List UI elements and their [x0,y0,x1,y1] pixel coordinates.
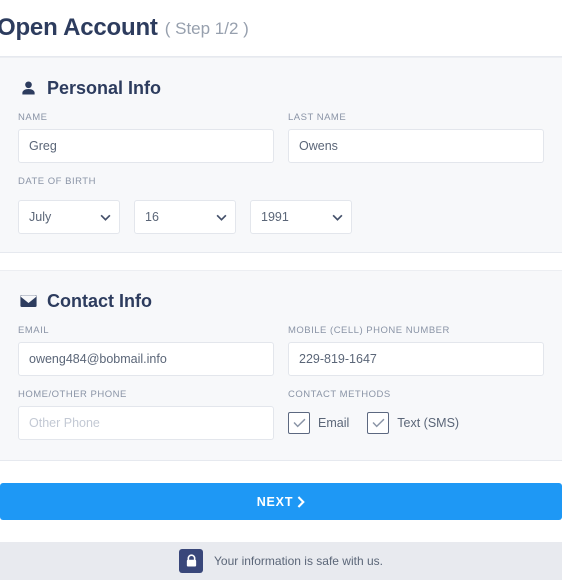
mobile-phone-field-group: MOBILE (CELL) PHONE NUMBER [288,325,544,376]
last-name-label: LAST NAME [288,112,347,123]
page-header: Open Account ( Step 1/2 ) [0,0,562,57]
next-button-label: NEXT [256,494,294,509]
person-icon [18,78,38,98]
contact-info-section-header: Contact Info [18,291,544,311]
dob-month-select[interactable]: July [18,200,120,234]
contact-methods-label: CONTACT METHODS [288,389,391,400]
dob-day-select[interactable]: 16 [134,200,236,234]
home-phone-contact-methods-row: HOME/OTHER PHONE CONTACT METHODS Email [18,389,544,440]
home-phone-input[interactable] [18,406,274,440]
mobile-phone-input[interactable] [288,342,544,376]
contact-method-email-label: Email [318,416,350,430]
date-of-birth-label: DATE OF BIRTH [18,176,96,187]
security-footer-text: Your information is safe with us. [214,554,383,568]
next-button[interactable]: NEXT [0,483,562,520]
last-name-field-group: LAST NAME [288,112,544,163]
next-button-area: NEXT [0,461,562,520]
personal-info-panel: Personal Info NAME LAST NAME DATE OF BIR… [0,57,562,253]
open-account-form-page: Open Account ( Step 1/2 ) Personal Info … [0,0,562,580]
date-of-birth-group: DATE OF BIRTH July 16 1991 [18,176,544,234]
dob-year-select[interactable]: 1991 [250,200,352,234]
contact-methods-group: CONTACT METHODS Email Text (SMS) [288,389,544,440]
home-phone-field-group: HOME/OTHER PHONE [18,389,274,440]
home-phone-label: HOME/OTHER PHONE [18,389,127,400]
email-label: EMAIL [18,325,50,336]
name-input[interactable] [18,129,274,163]
mobile-phone-label: MOBILE (CELL) PHONE NUMBER [288,325,450,336]
page-title: Open Account [0,14,158,41]
name-field-group: NAME [18,112,274,163]
personal-info-title: Personal Info [47,78,162,98]
email-field-group: EMAIL [18,325,274,376]
contact-method-sms[interactable]: Text (SMS) [367,412,459,434]
checkbox-email[interactable] [288,412,310,434]
personal-info-section-header: Personal Info [18,78,544,98]
last-name-input[interactable] [288,129,544,163]
contact-info-panel: Contact Info EMAIL MOBILE (CELL) PHONE N… [0,270,562,461]
contact-methods-checkboxes: Email Text (SMS) [288,406,544,440]
checkbox-sms[interactable] [367,412,390,434]
name-label: NAME [18,112,48,123]
envelope-icon [18,291,38,311]
email-phone-row: EMAIL MOBILE (CELL) PHONE NUMBER [18,325,544,376]
security-footer: Your information is safe with us. [0,542,562,580]
name-row: NAME LAST NAME [18,112,544,163]
step-indicator: ( Step 1/2 ) [164,18,249,38]
dob-year-value: 1991 [250,200,352,234]
contact-method-email[interactable]: Email [288,412,349,434]
date-of-birth-row: July 16 1991 [18,200,544,234]
lock-icon [179,549,203,573]
dob-day-value: 16 [134,200,236,234]
email-input[interactable] [18,342,274,376]
panel-divider [0,253,562,270]
contact-method-sms-label: Text (SMS) [397,416,460,430]
dob-month-value: July [18,200,120,234]
chevron-right-icon [297,495,306,508]
contact-info-title: Contact Info [47,291,152,311]
